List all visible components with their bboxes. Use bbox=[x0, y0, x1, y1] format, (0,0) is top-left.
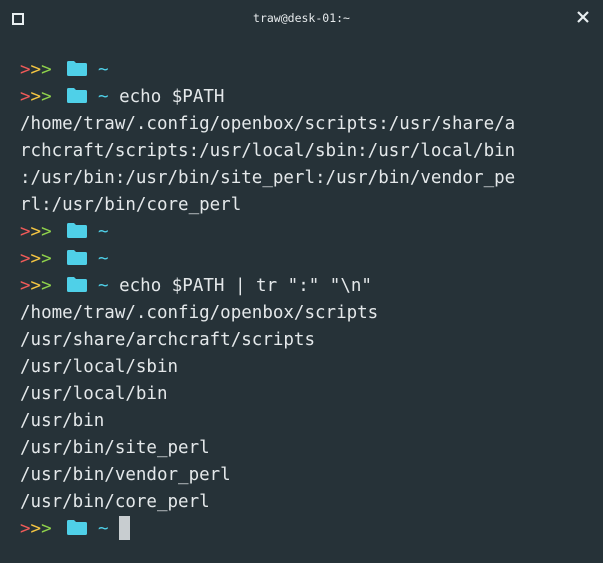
prompt-line: >>> ~ bbox=[20, 516, 595, 543]
prompt-dir: ~ bbox=[98, 519, 109, 539]
output-text: /usr/local/bin bbox=[20, 384, 168, 404]
output-line: /home/traw/.config/openbox/scripts:/usr/… bbox=[20, 111, 595, 138]
prompt-arrow: > bbox=[20, 276, 31, 296]
prompt-arrow: > bbox=[20, 87, 31, 107]
output-text: rl:/usr/bin/core_perl bbox=[20, 195, 242, 215]
prompt-arrow: > bbox=[30, 249, 42, 269]
text-cursor bbox=[118, 516, 130, 540]
output-line: /usr/local/bin bbox=[20, 381, 595, 408]
output-text: rchcraft/scripts:/usr/local/sbin:/usr/lo… bbox=[20, 141, 516, 161]
title-bar: traw@desk-01:~ bbox=[0, 0, 603, 36]
prompt-line: >>> ~ bbox=[20, 57, 595, 84]
output-line: rchcraft/scripts:/usr/local/sbin:/usr/lo… bbox=[20, 138, 595, 165]
folder-icon bbox=[67, 277, 87, 292]
output-text: /usr/share/archcraft/scripts bbox=[20, 330, 316, 350]
prompt-arrows: >>> bbox=[20, 246, 56, 273]
folder-icon bbox=[67, 520, 87, 535]
prompt-line: >>> ~ echo $PATH bbox=[20, 84, 595, 111]
folder-icon bbox=[67, 61, 87, 76]
prompt-line: >>> ~ echo $PATH | tr ":" "\n" bbox=[20, 273, 595, 300]
terminal-output[interactable]: >>> ~ >>> ~ echo $PATH/home/traw/.config/op… bbox=[20, 57, 595, 543]
output-text: /usr/bin bbox=[20, 411, 105, 431]
output-line: /usr/bin/core_perl bbox=[20, 489, 595, 516]
prompt-dir: ~ bbox=[98, 276, 109, 296]
output-text: /usr/local/sbin bbox=[20, 357, 179, 377]
prompt-dir: ~ bbox=[98, 249, 109, 269]
prompt-arrows: >>> bbox=[20, 57, 56, 84]
prompt-arrow: > bbox=[41, 519, 52, 539]
prompt-line: >>> ~ bbox=[20, 219, 595, 246]
folder-icon bbox=[67, 223, 87, 238]
output-text: /home/traw/.config/openbox/scripts:/usr/… bbox=[20, 114, 516, 134]
prompt-arrow: > bbox=[41, 249, 52, 269]
command-text: echo $PATH bbox=[119, 87, 225, 107]
output-text: /usr/bin/vendor_perl bbox=[20, 465, 231, 485]
output-line: /usr/bin bbox=[20, 408, 595, 435]
prompt-dir: ~ bbox=[98, 60, 109, 80]
prompt-arrows: >>> bbox=[20, 516, 56, 543]
output-text: /usr/bin/core_perl bbox=[20, 492, 210, 512]
folder-icon bbox=[67, 250, 87, 265]
prompt-arrow: > bbox=[30, 519, 42, 539]
output-text: /home/traw/.config/openbox/scripts bbox=[20, 303, 379, 323]
output-line: /home/traw/.config/openbox/scripts bbox=[20, 300, 595, 327]
prompt-arrow: > bbox=[30, 60, 42, 80]
prompt-arrow: > bbox=[41, 60, 52, 80]
prompt-arrow: > bbox=[41, 276, 52, 296]
prompt-arrow: > bbox=[20, 249, 31, 269]
prompt-arrow: > bbox=[41, 87, 52, 107]
output-text: :/usr/bin:/usr/bin/site_perl:/usr/bin/ve… bbox=[20, 168, 516, 188]
prompt-arrows: >>> bbox=[20, 273, 56, 300]
prompt-dir: ~ bbox=[98, 87, 109, 107]
prompt-dir: ~ bbox=[98, 222, 109, 242]
output-line: rl:/usr/bin/core_perl bbox=[20, 192, 595, 219]
folder-icon bbox=[67, 88, 87, 103]
output-line: /usr/share/archcraft/scripts bbox=[20, 327, 595, 354]
prompt-arrow: > bbox=[20, 222, 31, 242]
prompt-arrow: > bbox=[30, 222, 42, 242]
prompt-arrow: > bbox=[20, 60, 31, 80]
prompt-line: >>> ~ bbox=[20, 246, 595, 273]
close-icon[interactable] bbox=[575, 9, 591, 25]
output-line: /usr/bin/site_perl bbox=[20, 435, 595, 462]
prompt-arrow: > bbox=[20, 519, 31, 539]
command-text: echo $PATH | tr ":" "\n" bbox=[119, 276, 372, 296]
window-title: traw@desk-01:~ bbox=[253, 11, 350, 25]
output-line: /usr/local/sbin bbox=[20, 354, 595, 381]
prompt-arrow: > bbox=[41, 222, 52, 242]
output-text: /usr/bin/site_perl bbox=[20, 438, 210, 458]
output-line: /usr/bin/vendor_perl bbox=[20, 462, 595, 489]
prompt-arrows: >>> bbox=[20, 84, 56, 111]
prompt-arrow: > bbox=[30, 276, 42, 296]
output-line: :/usr/bin:/usr/bin/site_perl:/usr/bin/ve… bbox=[20, 165, 595, 192]
prompt-arrows: >>> bbox=[20, 219, 56, 246]
prompt-arrow: > bbox=[30, 87, 42, 107]
